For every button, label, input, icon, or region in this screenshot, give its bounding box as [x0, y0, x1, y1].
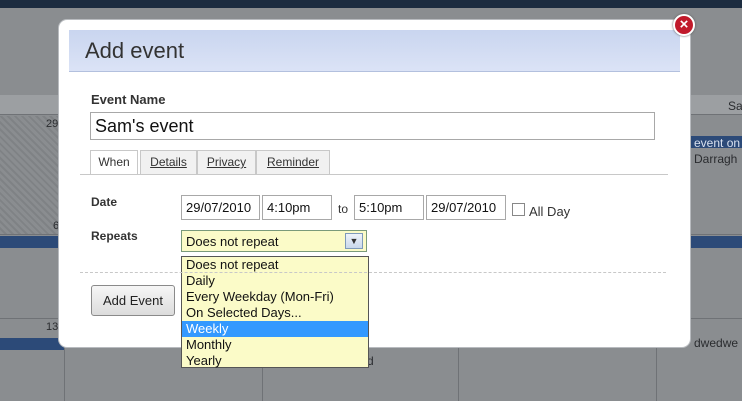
repeat-option-weekday[interactable]: Every Weekday (Mon-Fri): [182, 289, 368, 305]
event-name-input[interactable]: Sam's event: [90, 112, 655, 140]
day-header-saturday: Sa: [728, 99, 742, 113]
repeat-option-selected-days[interactable]: On Selected Days...: [182, 305, 368, 321]
calendar-event-text[interactable]: event on: [694, 136, 740, 150]
repeat-option-daily[interactable]: Daily: [182, 273, 368, 289]
close-icon[interactable]: ×: [673, 14, 695, 36]
repeat-option-monthly[interactable]: Monthly: [182, 337, 368, 353]
tab-details[interactable]: Details: [140, 150, 197, 174]
end-date-field[interactable]: 29/07/2010: [426, 195, 506, 220]
chevron-down-icon[interactable]: ▼: [345, 233, 363, 249]
start-time-field[interactable]: 4:10pm: [262, 195, 332, 220]
to-label: to: [338, 202, 349, 216]
dialog-title: Add event: [85, 38, 185, 63]
day-number: 13: [46, 321, 59, 333]
calendar-past-cell: [0, 116, 64, 234]
event-name-label: Event Name: [91, 92, 166, 107]
tab-reminder[interactable]: Reminder: [256, 150, 330, 174]
form-divider: [80, 272, 666, 273]
dialog-header: Add event: [69, 30, 680, 72]
all-day-label: All Day: [529, 204, 571, 219]
start-date-field[interactable]: 29/07/2010: [181, 195, 260, 220]
repeat-option-does-not-repeat[interactable]: Does not repeat: [182, 257, 368, 273]
repeat-option-yearly[interactable]: Yearly: [182, 353, 368, 369]
repeats-select[interactable]: Does not repeat: [181, 230, 367, 252]
all-day-checkbox[interactable]: [512, 203, 525, 216]
date-label: Date: [91, 195, 118, 209]
tab-when[interactable]: When: [90, 150, 138, 175]
day-number: 29: [46, 118, 59, 130]
end-time-field[interactable]: 5:10pm: [354, 195, 424, 220]
app-top-bar: [0, 0, 742, 8]
tab-privacy[interactable]: Privacy: [197, 150, 256, 174]
add-event-button[interactable]: Add Event: [91, 285, 175, 316]
calendar-event-text[interactable]: Darragh: [694, 152, 737, 166]
repeat-option-weekly[interactable]: Weekly: [182, 321, 368, 337]
repeats-label: Repeats: [91, 229, 138, 243]
calendar-event-bar: [0, 338, 64, 350]
tab-divider: [80, 174, 668, 175]
calendar-event-text[interactable]: dwedwe: [694, 336, 738, 350]
